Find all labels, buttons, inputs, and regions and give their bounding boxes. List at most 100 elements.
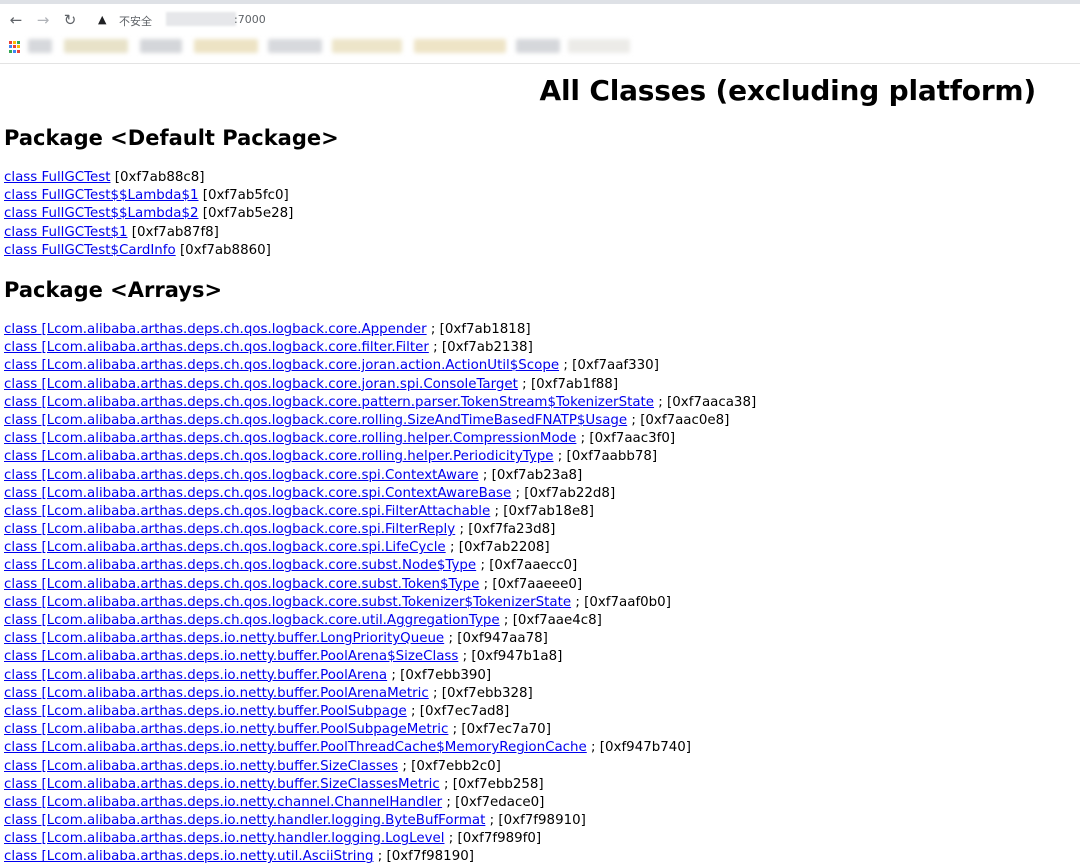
class-link[interactable]: class [Lcom.alibaba.arthas.deps.io.netty… — [4, 631, 444, 646]
class-link[interactable]: class [Lcom.alibaba.arthas.deps.ch.qos.l… — [4, 322, 427, 337]
class-address: ; [0xf7ab2208] — [449, 540, 550, 556]
class-link[interactable]: class FullGCTest$$Lambda$2 — [4, 206, 198, 221]
class-link[interactable]: class FullGCTest$$Lambda$1 — [4, 188, 198, 203]
apps-grid-icon[interactable] — [9, 41, 21, 53]
page-title: All Classes (excluding platform) — [539, 74, 1037, 107]
class-link[interactable]: class [Lcom.alibaba.arthas.deps.ch.qos.l… — [4, 613, 500, 628]
address-port[interactable]: :7000 — [234, 13, 266, 26]
warning-triangle-icon[interactable]: ▲ — [98, 13, 106, 26]
class-address: ; [0xf7ab22d8] — [515, 485, 616, 501]
class-link[interactable]: class [Lcom.alibaba.arthas.deps.ch.qos.l… — [4, 522, 455, 537]
class-address: ; [0xf7f98910] — [489, 813, 586, 829]
class-list-item: class [Lcom.alibaba.arthas.deps.ch.qos.l… — [4, 576, 756, 594]
bookmark-redacted[interactable] — [516, 39, 560, 53]
class-address: [0xf7ab8860] — [179, 242, 271, 258]
class-list-item: class FullGCTest [0xf7ab88c8] — [4, 169, 293, 187]
class-address: ; [0xf7ec7ad8] — [411, 703, 510, 719]
class-link[interactable]: class [Lcom.alibaba.arthas.deps.io.netty… — [4, 849, 373, 864]
forward-button[interactable]: → — [33, 10, 53, 30]
class-list-item: class [Lcom.alibaba.arthas.deps.io.netty… — [4, 630, 756, 648]
class-link[interactable]: class [Lcom.alibaba.arthas.deps.io.netty… — [4, 740, 587, 755]
class-link[interactable]: class [Lcom.alibaba.arthas.deps.io.netty… — [4, 704, 407, 719]
reload-icon: ↻ — [63, 11, 77, 29]
class-link[interactable]: class [Lcom.alibaba.arthas.deps.ch.qos.l… — [4, 431, 576, 446]
class-list-item: class [Lcom.alibaba.arthas.deps.ch.qos.l… — [4, 430, 756, 448]
class-list-item: class [Lcom.alibaba.arthas.deps.ch.qos.l… — [4, 612, 756, 630]
class-link[interactable]: class [Lcom.alibaba.arthas.deps.io.netty… — [4, 813, 485, 828]
package-heading: Package <Arrays> — [4, 278, 223, 302]
class-address: ; [0xf7ebb258] — [443, 776, 544, 792]
class-link[interactable]: class FullGCTest — [4, 170, 111, 185]
bookmark-redacted[interactable] — [194, 39, 258, 53]
class-list-default-package: class FullGCTest [0xf7ab88c8] class FullG… — [4, 169, 293, 260]
class-link[interactable]: class [Lcom.alibaba.arthas.deps.ch.qos.l… — [4, 449, 554, 464]
class-link[interactable]: class [Lcom.alibaba.arthas.deps.ch.qos.l… — [4, 486, 511, 501]
class-link[interactable]: class [Lcom.alibaba.arthas.deps.ch.qos.l… — [4, 395, 654, 410]
bookmark-redacted[interactable] — [332, 39, 402, 53]
class-address: ; [0xf7ebb328] — [433, 685, 533, 701]
class-list-item: class [Lcom.alibaba.arthas.deps.ch.qos.l… — [4, 339, 756, 357]
reload-button[interactable]: ↻ — [60, 10, 80, 30]
security-label[interactable]: 不安全 — [119, 13, 152, 29]
bookmark-redacted[interactable] — [28, 39, 52, 53]
bookmark-redacted[interactable] — [140, 39, 182, 53]
bookmark-redacted[interactable] — [268, 39, 322, 53]
class-list-item: class [Lcom.alibaba.arthas.deps.ch.qos.l… — [4, 503, 756, 521]
class-address: ; [0xf7aae4c8] — [503, 613, 602, 628]
class-link[interactable]: class [Lcom.alibaba.arthas.deps.ch.qos.l… — [4, 540, 446, 555]
class-address: [0xf7ab5e28] — [202, 206, 294, 222]
class-link[interactable]: class [Lcom.alibaba.arthas.deps.ch.qos.l… — [4, 377, 518, 392]
class-list-item: class [Lcom.alibaba.arthas.deps.ch.qos.l… — [4, 376, 756, 394]
class-address: ; [0xf7ebb2c0] — [402, 758, 501, 774]
class-link[interactable]: class [Lcom.alibaba.arthas.deps.io.netty… — [4, 777, 440, 792]
class-address: ; [0xf7aaeee0] — [483, 576, 583, 592]
class-address: ; [0xf7aac3f0] — [580, 431, 676, 447]
class-list-item: class [Lcom.alibaba.arthas.deps.io.netty… — [4, 794, 756, 812]
class-link[interactable]: class [Lcom.alibaba.arthas.deps.io.netty… — [4, 722, 448, 737]
bookmark-redacted[interactable] — [568, 39, 630, 53]
class-address: [0xf7ab87f8] — [131, 224, 219, 240]
class-list-item: class [Lcom.alibaba.arthas.deps.ch.qos.l… — [4, 412, 756, 430]
class-list-item: class [Lcom.alibaba.arthas.deps.ch.qos.l… — [4, 521, 756, 539]
class-link[interactable]: class FullGCTest$1 — [4, 225, 128, 240]
class-address: ; [0xf7ab1f88] — [522, 376, 619, 392]
class-list-arrays: class [Lcom.alibaba.arthas.deps.ch.qos.l… — [4, 321, 756, 867]
class-address: ; [0xf7ab2138] — [433, 340, 533, 356]
class-list-item: class [Lcom.alibaba.arthas.deps.ch.qos.l… — [4, 485, 756, 503]
class-list-item: class [Lcom.alibaba.arthas.deps.io.netty… — [4, 848, 756, 866]
class-list-item: class [Lcom.alibaba.arthas.deps.io.netty… — [4, 685, 756, 703]
class-link[interactable]: class [Lcom.alibaba.arthas.deps.io.netty… — [4, 795, 442, 810]
class-link[interactable]: class [Lcom.alibaba.arthas.deps.ch.qos.l… — [4, 468, 479, 483]
class-address: [0xf7ab88c8] — [114, 170, 205, 185]
class-address: ; [0xf7aabb78] — [557, 449, 658, 465]
class-list-item: class [Lcom.alibaba.arthas.deps.ch.qos.l… — [4, 448, 756, 466]
class-link[interactable]: class [Lcom.alibaba.arthas.deps.io.netty… — [4, 686, 429, 701]
bookmark-redacted[interactable] — [414, 39, 506, 53]
class-list-item: class FullGCTest$1 [0xf7ab87f8] — [4, 224, 293, 242]
arrow-left-icon: ← — [9, 11, 23, 29]
class-list-item: class FullGCTest$$Lambda$1 [0xf7ab5fc0] — [4, 187, 293, 205]
class-link[interactable]: class [Lcom.alibaba.arthas.deps.ch.qos.l… — [4, 504, 490, 519]
class-list-item: class [Lcom.alibaba.arthas.deps.ch.qos.l… — [4, 539, 756, 557]
class-link[interactable]: class FullGCTest$CardInfo — [4, 243, 176, 258]
class-link[interactable]: class [Lcom.alibaba.arthas.deps.io.netty… — [4, 668, 387, 683]
class-link[interactable]: class [Lcom.alibaba.arthas.deps.ch.qos.l… — [4, 558, 476, 573]
address-host-redacted[interactable] — [166, 12, 236, 26]
class-link[interactable]: class [Lcom.alibaba.arthas.deps.ch.qos.l… — [4, 413, 627, 428]
back-button[interactable]: ← — [6, 10, 26, 30]
class-link[interactable]: class [Lcom.alibaba.arthas.deps.ch.qos.l… — [4, 595, 571, 610]
arrow-right-icon: → — [36, 11, 50, 29]
class-list-item: class [Lcom.alibaba.arthas.deps.ch.qos.l… — [4, 321, 756, 339]
class-link[interactable]: class [Lcom.alibaba.arthas.deps.io.netty… — [4, 759, 398, 774]
class-list-item: class [Lcom.alibaba.arthas.deps.io.netty… — [4, 739, 756, 757]
class-address: ; [0xf7edace0] — [446, 794, 545, 810]
bookmarks-bar — [0, 36, 1080, 60]
class-link[interactable]: class [Lcom.alibaba.arthas.deps.ch.qos.l… — [4, 340, 429, 355]
bookmark-redacted[interactable] — [64, 39, 128, 53]
class-address: ; [0xf7ab18e8] — [494, 503, 594, 519]
class-list-item: class [Lcom.alibaba.arthas.deps.ch.qos.l… — [4, 467, 756, 485]
class-link[interactable]: class [Lcom.alibaba.arthas.deps.io.netty… — [4, 649, 458, 664]
class-link[interactable]: class [Lcom.alibaba.arthas.deps.io.netty… — [4, 831, 444, 846]
class-link[interactable]: class [Lcom.alibaba.arthas.deps.ch.qos.l… — [4, 358, 559, 373]
class-link[interactable]: class [Lcom.alibaba.arthas.deps.ch.qos.l… — [4, 577, 479, 592]
